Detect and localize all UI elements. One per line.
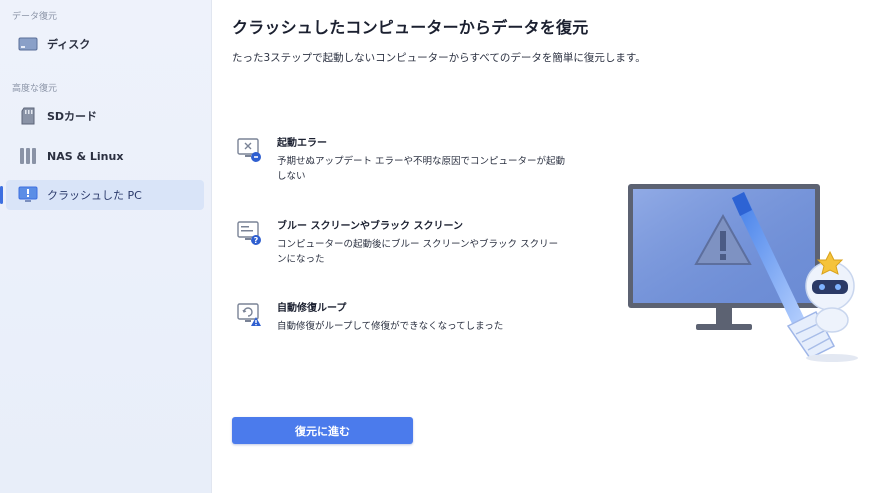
crashed-monitor-illustration [620, 176, 865, 366]
sidebar-item-label: ディスク [47, 38, 91, 51]
svg-text:?: ? [254, 236, 259, 245]
boot-error-icon [236, 136, 264, 162]
sidebar-item-sd-card[interactable]: SDカード [6, 101, 204, 131]
feature-description: 自動修復がループして修復ができなくなってしまった [277, 321, 504, 332]
sidebar-item-label: SDカード [47, 110, 98, 123]
page-title: クラッシュしたコンピューターからデータを復元 [232, 18, 589, 37]
feature-description: 予期せぬアップデート エラーや不明な原因でコンピューターが起動しない [277, 156, 566, 182]
sidebar-item-label: クラッシュした PC [47, 189, 142, 202]
feature-title: 自動修復ループ [277, 303, 347, 314]
sidebar-item-disk[interactable]: ディスク [6, 29, 204, 59]
feature-description: コンピューターの起動後にブルー スクリーンやブラック スクリーンになった [277, 239, 559, 265]
sidebar-item-label: NAS & Linux [47, 149, 124, 163]
nas-icon [18, 146, 38, 166]
repair-loop-icon [236, 301, 264, 327]
sd-card-icon [18, 106, 38, 126]
crashed-pc-icon [18, 185, 38, 205]
disk-icon [18, 34, 38, 54]
section-label-data-recovery: データ復元 [12, 12, 58, 22]
page-subtitle: たった3ステップで起動しないコンピューターからすべてのデータを簡単に復元します。 [232, 52, 646, 64]
blue-screen-icon: ? [236, 219, 264, 245]
feature-title: ブルー スクリーンやブラック スクリーン [277, 221, 463, 232]
sidebar-item-crashed-pc[interactable]: クラッシュした PC [6, 180, 204, 210]
feature-title: 起動エラー [277, 138, 327, 149]
sidebar: データ復元 ディスク 高度な復元 SDカード NAS & Linux クラッシュ… [0, 0, 212, 493]
recover-button[interactable]: 復元に進む [232, 417, 413, 444]
active-indicator [0, 186, 3, 204]
sidebar-item-nas-linux[interactable]: NAS & Linux [6, 141, 204, 171]
section-label-advanced: 高度な復元 [12, 84, 58, 94]
